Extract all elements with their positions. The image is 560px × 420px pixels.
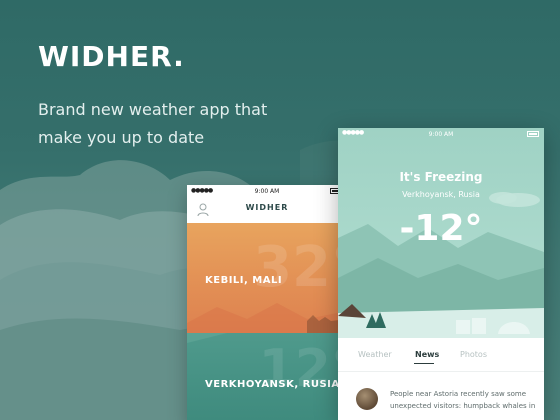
status-bar: ●●●●● 9:00 AM [338, 128, 544, 140]
city-card-verkhoyansk[interactable]: 12° VERKHOYANSK, RUSIA [187, 333, 347, 420]
news-item[interactable]: People near Astoria recently saw some un… [338, 380, 544, 420]
detail-tabs: Weather News Photos [338, 346, 544, 366]
divider [338, 371, 544, 372]
status-time: 9:00 AM [428, 131, 454, 138]
city-name: KEBILI, MALI [205, 275, 283, 286]
promo-stage: WIDHER. Brand new weather app that make … [0, 0, 560, 420]
avatar [356, 388, 378, 410]
tab-news[interactable]: News [415, 350, 439, 359]
active-tab-indicator [414, 363, 434, 364]
weather-hero: ●●●●● 9:00 AM It's Freezing Verkhoyansk,… [338, 128, 544, 338]
app-header: WIDHER [187, 197, 347, 223]
app-title: WIDHER [245, 203, 289, 212]
weather-condition: It's Freezing [399, 170, 483, 184]
news-text: People near Astoria recently saw some un… [390, 390, 536, 410]
tagline: Brand new weather app that make you up t… [38, 100, 268, 147]
card-temperature-watermark: 12° [258, 339, 347, 399]
phone-weather-detail: ●●●●● 9:00 AM It's Freezing Verkhoyansk,… [338, 128, 544, 420]
tab-photos[interactable]: Photos [460, 350, 487, 359]
brand-logo: WIDHER. [38, 40, 185, 73]
city-card-kebili[interactable]: 32° KEBILI, MALI [187, 223, 347, 333]
tab-weather[interactable]: Weather [358, 350, 392, 359]
weather-temperature: -12° [399, 208, 483, 249]
battery-icon [527, 131, 539, 137]
status-bar: ●●●●● 9:00 AM [187, 185, 347, 197]
weather-location: Verkhoyansk, Rusia [402, 190, 480, 199]
card-temperature-watermark: 32° [253, 235, 347, 300]
city-name: VERKHOYANSK, RUSIA [205, 379, 340, 390]
phone-city-list: ●●●●● 9:00 AM WIDHER 32° KEBILI, MALI 12… [187, 185, 347, 420]
status-time: 9:00 AM [254, 188, 280, 195]
